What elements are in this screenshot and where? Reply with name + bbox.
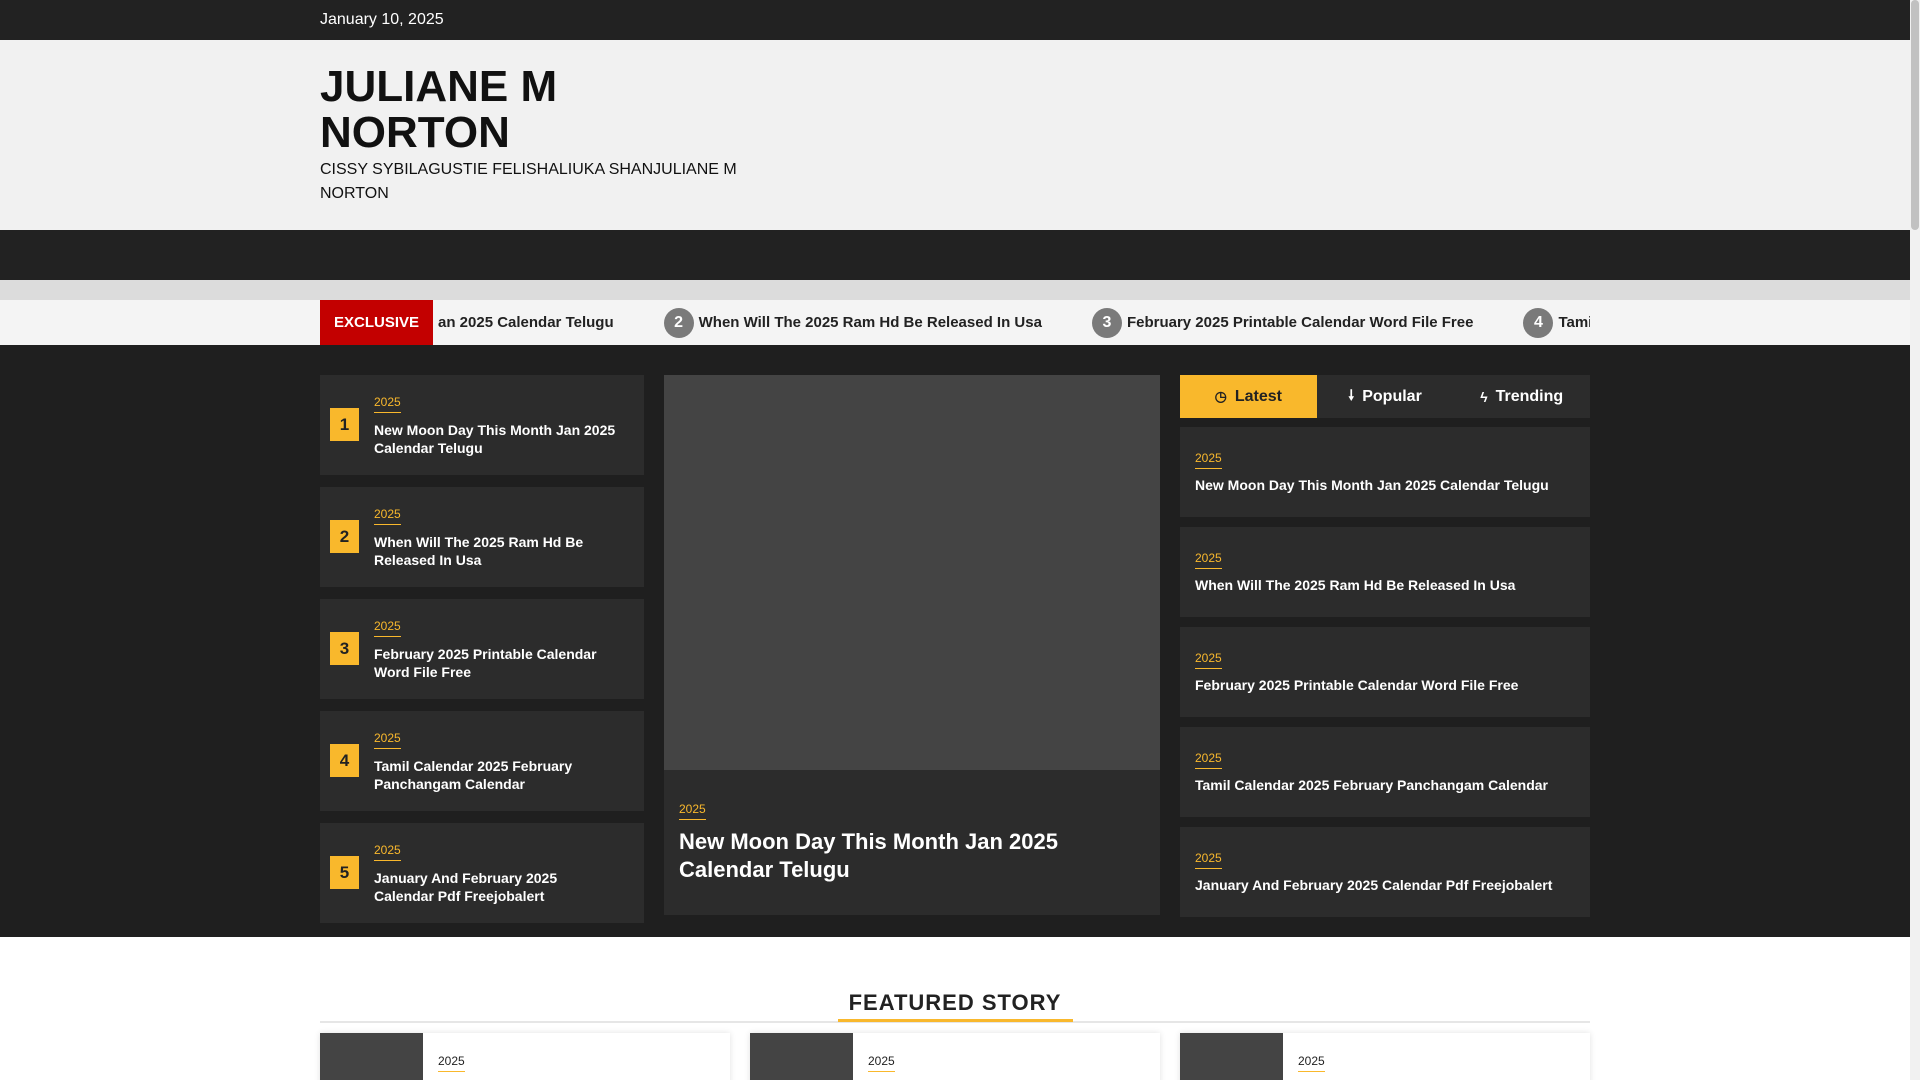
ticker-item[interactable]: 2 When Will The 2025 Ram Hd Be Released …: [663, 307, 1042, 338]
scrollbar-thumb[interactable]: [1911, 0, 1919, 230]
featured-story-card[interactable]: 2025: [1180, 1033, 1590, 1080]
story-category[interactable]: 2025: [1298, 1054, 1325, 1072]
ticker-item-title[interactable]: February 2025 Printable Calendar Word Fi…: [1127, 314, 1474, 331]
featured-story-heading: FEATURED STORY: [848, 990, 1062, 1015]
post-title[interactable]: January And February 2025 Calendar Pdf F…: [1195, 877, 1585, 893]
rank-badge: 5: [330, 856, 359, 889]
post-title[interactable]: February 2025 Printable Calendar Word Fi…: [1195, 677, 1585, 693]
post-category[interactable]: 2025: [1195, 651, 1222, 669]
post-category[interactable]: 2025: [374, 731, 401, 749]
post-category[interactable]: 2025: [374, 843, 401, 861]
heading-underline: [838, 1019, 1073, 1022]
ticker-item-number: 2: [663, 307, 694, 338]
tab-label: Latest: [1234, 387, 1282, 405]
post-category[interactable]: 2025: [374, 507, 401, 525]
latest-post-card[interactable]: 2025 February 2025 Printable Calendar Wo…: [1180, 627, 1590, 717]
latest-post-card[interactable]: 2025 New Moon Day This Month Jan 2025 Ca…: [1180, 427, 1590, 517]
story-thumbnail[interactable]: [320, 1033, 423, 1080]
bolt-icon: ϟ: [1480, 388, 1488, 405]
main-navigation: [0, 230, 1910, 280]
ranked-post-card[interactable]: 2 2025 When Will The 2025 Ram Hd Be Rele…: [320, 487, 644, 587]
post-category[interactable]: 2025: [1195, 851, 1222, 869]
featured-post-image[interactable]: [664, 375, 1160, 770]
ticker-item[interactable]: 4 Tamil Cale: [1523, 307, 1590, 338]
story-category[interactable]: 2025: [438, 1054, 465, 1072]
exclusive-label: EXCLUSIVE: [320, 300, 433, 345]
rank-badge: 1: [330, 408, 359, 441]
post-title[interactable]: New Moon Day This Month Jan 2025 Calenda…: [374, 421, 619, 457]
ticker-item-number: 4: [1523, 307, 1554, 338]
news-ticker: an 2025 Calendar Telugu 2 When Will The …: [0, 300, 1910, 345]
story-thumbnail[interactable]: [1180, 1033, 1283, 1080]
ticker-item-number: 3: [1091, 307, 1122, 338]
ticker-item[interactable]: an 2025 Calendar Telugu: [438, 314, 614, 331]
current-date: January 10, 2025: [320, 11, 444, 28]
featured-post-category[interactable]: 2025: [679, 802, 706, 820]
ranked-post-card[interactable]: 4 2025 Tamil Calendar 2025 February Panc…: [320, 711, 644, 811]
rank-badge: 4: [330, 744, 359, 777]
rank-badge: 2: [330, 520, 359, 553]
ranked-post-card[interactable]: 1 2025 New Moon Day This Month Jan 2025 …: [320, 375, 644, 475]
ranked-post-card[interactable]: 5 2025 January And February 2025 Calenda…: [320, 823, 644, 923]
site-title[interactable]: JULIANE M NORTON: [320, 64, 620, 156]
featured-post[interactable]: 2025 New Moon Day This Month Jan 2025 Ca…: [664, 375, 1160, 915]
featured-post-title[interactable]: New Moon Day This Month Jan 2025 Calenda…: [679, 828, 1129, 884]
latest-post-card[interactable]: 2025 When Will The 2025 Ram Hd Be Releas…: [1180, 527, 1590, 617]
ticker-item[interactable]: 3 February 2025 Printable Calendar Word …: [1091, 307, 1474, 338]
post-category[interactable]: 2025: [1195, 551, 1222, 569]
post-title[interactable]: Tamil Calendar 2025 February Panchangam …: [374, 757, 619, 793]
story-category[interactable]: 2025: [868, 1054, 895, 1072]
post-category[interactable]: 2025: [1195, 751, 1222, 769]
fire-icon: 🠗: [1348, 386, 1355, 403]
ticker-track: an 2025 Calendar Telugu 2 When Will The …: [438, 300, 1590, 345]
post-title[interactable]: February 2025 Printable Calendar Word Fi…: [374, 645, 619, 681]
tab-latest[interactable]: ◷ Latest: [1180, 375, 1317, 418]
latest-post-card[interactable]: 2025 Tamil Calendar 2025 February Pancha…: [1180, 727, 1590, 817]
ticker-item-title[interactable]: an 2025 Calendar Telugu: [438, 314, 614, 331]
post-category[interactable]: 2025: [374, 619, 401, 637]
ticker-item-title[interactable]: Tamil Cale: [1558, 314, 1590, 331]
rank-badge: 3: [330, 632, 359, 665]
post-title[interactable]: New Moon Day This Month Jan 2025 Calenda…: [1195, 477, 1585, 493]
post-title[interactable]: January And February 2025 Calendar Pdf F…: [374, 869, 619, 905]
story-thumbnail[interactable]: [750, 1033, 853, 1080]
top-bar: January 10, 2025: [0, 0, 1910, 40]
clock-icon: ◷: [1214, 388, 1227, 404]
post-title[interactable]: When Will The 2025 Ram Hd Be Released In…: [374, 533, 619, 569]
tab-label: Trending: [1495, 387, 1564, 405]
ticker-viewport: an 2025 Calendar Telugu 2 When Will The …: [320, 300, 1590, 345]
ranked-post-card[interactable]: 3 2025 February 2025 Printable Calendar …: [320, 599, 644, 699]
site-tagline: CISSY SYBILAGUSTIE FELISHALIUKA SHANJULI…: [320, 161, 737, 202]
featured-story-card[interactable]: 2025: [320, 1033, 730, 1080]
post-category[interactable]: 2025: [1195, 451, 1222, 469]
site-header: JULIANE M NORTON CISSY SYBILAGUSTIE FELI…: [0, 40, 1910, 230]
tab-label: Popular: [1362, 387, 1422, 405]
tab-popular[interactable]: 🠗 Popular: [1317, 375, 1454, 418]
post-category[interactable]: 2025: [374, 395, 401, 413]
post-tabs: ◷ Latest 🠗 Popular ϟ Trending: [1180, 375, 1590, 418]
tab-trending[interactable]: ϟ Trending: [1453, 375, 1590, 418]
post-title[interactable]: Tamil Calendar 2025 February Panchangam …: [1195, 777, 1585, 793]
ticker-item-title[interactable]: When Will The 2025 Ram Hd Be Released In…: [699, 314, 1042, 331]
page-scrollbar[interactable]: [1910, 0, 1920, 1080]
latest-post-card[interactable]: 2025 January And February 2025 Calendar …: [1180, 827, 1590, 917]
nav-divider: [0, 280, 1910, 300]
featured-story-card[interactable]: 2025: [750, 1033, 1160, 1080]
post-title[interactable]: When Will The 2025 Ram Hd Be Released In…: [1195, 577, 1585, 593]
